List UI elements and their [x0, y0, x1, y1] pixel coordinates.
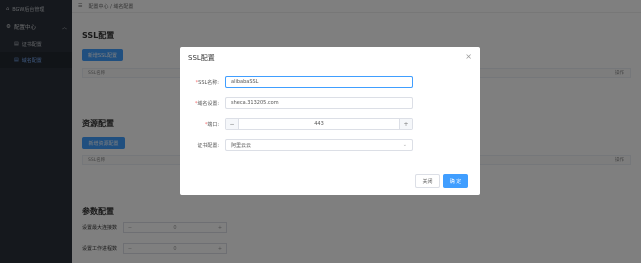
port-stepper[interactable]: − 443 +	[225, 118, 413, 130]
port-label: *端口:	[204, 121, 219, 128]
cert-select[interactable]: 阿里云云 ⌄	[225, 139, 413, 151]
minus-icon[interactable]: −	[226, 119, 239, 129]
chevron-down-icon: ⌄	[402, 142, 407, 148]
form-row-name: *SSL名称: alibabaSSL	[180, 76, 480, 88]
ssl-name-label: *SSL名称:	[195, 79, 219, 86]
cert-select-value: 阿里云云	[231, 142, 252, 149]
plus-icon[interactable]: +	[399, 119, 412, 129]
cert-label: 证书配置:	[197, 142, 219, 149]
form-row-port: *端口: − 443 +	[180, 118, 480, 130]
dialog-title: SSL配置	[188, 54, 215, 62]
ssl-name-input[interactable]: alibabaSSL	[225, 76, 413, 88]
form-row-domain: *域名设置: sheca.313205.com	[180, 97, 480, 109]
port-value[interactable]: 443	[239, 119, 399, 129]
form-row-cert: 证书配置: 阿里云云 ⌄	[180, 139, 480, 151]
domain-input[interactable]: sheca.313205.com	[225, 97, 413, 109]
domain-label: *域名设置:	[194, 100, 219, 107]
close-button[interactable]: 关闭	[415, 174, 440, 188]
confirm-button[interactable]: 确 定	[443, 174, 468, 188]
ssl-config-dialog: SSL配置 × *SSL名称: alibabaSSL *域名设置: sheca.…	[180, 47, 480, 195]
close-icon[interactable]: ×	[465, 52, 472, 61]
